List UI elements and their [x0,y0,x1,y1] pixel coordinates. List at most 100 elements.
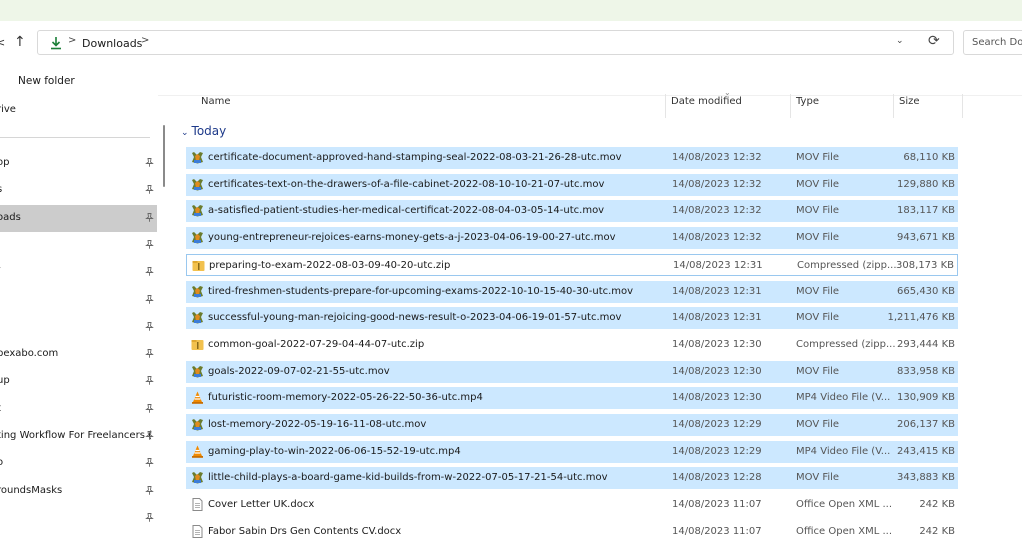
file-size: 130,909 KB [897,392,955,403]
vlc-media-icon [191,178,204,191]
file-row[interactable]: Cover Letter UK.docx 14/08/2023 11:07 Offi… [186,494,958,516]
file-size: 943,671 KB [897,232,955,243]
file-name: successful-young-man-rejoicing-good-news… [208,312,621,323]
file-type: MOV File [796,472,839,483]
file-type: Office Open XML ... [796,499,892,510]
file-date-modified: 14/08/2023 12:32 [672,179,762,190]
file-row[interactable]: a-satisfied-patient-studies-her-medical-… [186,200,958,222]
column-header-size[interactable]: Size [899,96,920,120]
column-divider[interactable] [893,94,894,118]
file-type: Office Open XML ... [796,526,892,537]
column-header-name[interactable]: Name [201,96,231,120]
file-date-modified: 14/08/2023 12:30 [672,366,762,377]
address-history-dropdown-icon[interactable]: ⌄ [896,36,904,46]
search-input[interactable]: Search Dow [963,30,1022,55]
file-date-modified: 14/08/2023 12:31 [672,312,762,323]
vlc-cone-icon [191,445,204,458]
sidebar-item[interactable]: roundsMasks [0,478,157,505]
sidebar-item[interactable]: pexabo.com [0,341,157,368]
file-row[interactable]: Fabor Sabin Drs Gen Contents CV.docx 14/0… [186,521,958,543]
file-size: 243,415 KB [897,446,955,457]
sidebar-item-label: rive [0,104,16,115]
file-row[interactable]: successful-young-man-rejoicing-good-news… [186,307,958,329]
column-header-type[interactable]: Type [796,96,819,120]
back-button[interactable]: < [0,36,5,49]
file-size: 665,430 KB [897,286,955,297]
column-divider[interactable] [962,94,963,118]
file-size: 242 KB [919,499,955,510]
file-name: Cover Letter UK.docx [208,499,314,510]
breadcrumb-downloads[interactable]: Downloads [82,37,142,50]
file-row[interactable]: certificates-text-on-the-drawers-of-a-fi… [186,174,958,196]
file-size: 68,110 KB [903,152,955,163]
file-type: MP4 Video File (V... [796,392,890,403]
navigation-scrollbar[interactable] [163,125,165,187]
sidebar-item[interactable]: o [0,450,157,477]
pin-icon [145,295,154,307]
file-row[interactable]: lost-memory-2022-05-19-16-11-08-utc.mov1… [186,414,958,436]
file-date-modified: 14/08/2023 12:32 [672,152,762,163]
column-divider[interactable] [790,94,791,118]
sidebar-item[interactable]: oads [0,205,157,232]
column-header-date-modified[interactable]: Date modified [671,96,742,120]
file-date-modified: 14/08/2023 11:07 [672,499,762,510]
sidebar-item-label: oads [0,212,21,223]
file-name: goals-2022-09-07-02-21-55-utc.mov [208,366,390,377]
file-row[interactable]: preparing-to-exam-2022-08-03-09-40-20-ut… [186,254,958,276]
sidebar-item-label: t [0,403,1,414]
new-folder-button[interactable]: New folder [18,75,75,87]
sidebar-item[interactable]: op [0,150,157,177]
ribbon-strip [0,0,1022,21]
sidebar-item[interactable] [0,314,157,341]
pin-icon [145,431,154,443]
sidebar-item[interactable] [0,505,157,532]
sidebar-divider [0,137,150,138]
file-name: certificate-document-approved-hand-stamp… [208,152,621,163]
file-name: common-goal-2022-07-29-04-44-07-utc.zip [208,339,424,350]
file-type: MOV File [796,366,839,377]
pin-icon [145,458,154,470]
document-icon [191,525,204,538]
file-size: 242 KB [919,526,955,537]
file-type: Compressed (zipp... [797,260,897,271]
up-button[interactable]: ↑ [14,34,26,50]
file-date-modified: 14/08/2023 12:32 [672,205,762,216]
file-row[interactable]: gaming-play-to-win-2022-06-06-15-52-19-u… [186,441,958,463]
sidebar-item[interactable]: up [0,368,157,395]
file-row[interactable]: goals-2022-09-07-02-21-55-utc.mov 14/08/2… [186,361,958,383]
column-divider[interactable] [665,94,666,118]
file-type: Compressed (zipp... [796,339,896,350]
sidebar-item-label: roundsMasks [0,485,62,496]
file-size: 833,958 KB [897,366,955,377]
pin-icon [145,376,154,388]
file-size: 343,883 KB [897,472,955,483]
address-bar[interactable]: > Downloads > ⌄ ⟳ [37,30,954,55]
file-row[interactable]: futuristic-room-memory-2022-05-26-22-50-… [186,387,958,409]
pin-icon [145,349,154,361]
sidebar-item-label: op [0,157,9,168]
group-header-today[interactable]: ⌄Today [181,124,226,138]
file-date-modified: 14/08/2023 11:07 [672,526,762,537]
search-placeholder: Search Dow [972,37,1022,48]
sidebar-item[interactable] [0,287,157,314]
sidebar-item-label: pexabo.com [0,348,58,359]
file-size: 206,137 KB [897,419,955,430]
file-size: 293,444 KB [897,339,955,350]
sidebar-item[interactable] [0,232,157,259]
file-row[interactable]: little-child-plays-a-board-game-kid-buil… [186,467,958,489]
file-row[interactable]: tired-freshmen-students-prepare-for-upco… [186,281,958,303]
sidebar-item[interactable]: ting Workflow For Freelancers ( [0,423,157,450]
sidebar-item[interactable]: rive [0,97,157,124]
sidebar-item[interactable]: t [0,396,157,423]
sidebar-item[interactable]: / [0,259,157,286]
file-row[interactable]: young-entrepreneur-rejoices-earns-money-… [186,227,958,249]
breadcrumb-separator[interactable]: > [68,35,76,46]
group-label: Today [192,124,227,138]
refresh-icon[interactable]: ⟳ [928,33,940,49]
file-name: Fabor Sabin Drs Gen Contents CV.docx [208,526,401,537]
file-row[interactable]: common-goal-2022-07-29-04-44-07-utc.zip1… [186,334,958,356]
sidebar-item[interactable]: s [0,177,157,204]
file-size: 129,880 KB [897,179,955,190]
file-row[interactable]: certificate-document-approved-hand-stamp… [186,147,958,169]
breadcrumb-separator[interactable]: > [141,35,149,46]
